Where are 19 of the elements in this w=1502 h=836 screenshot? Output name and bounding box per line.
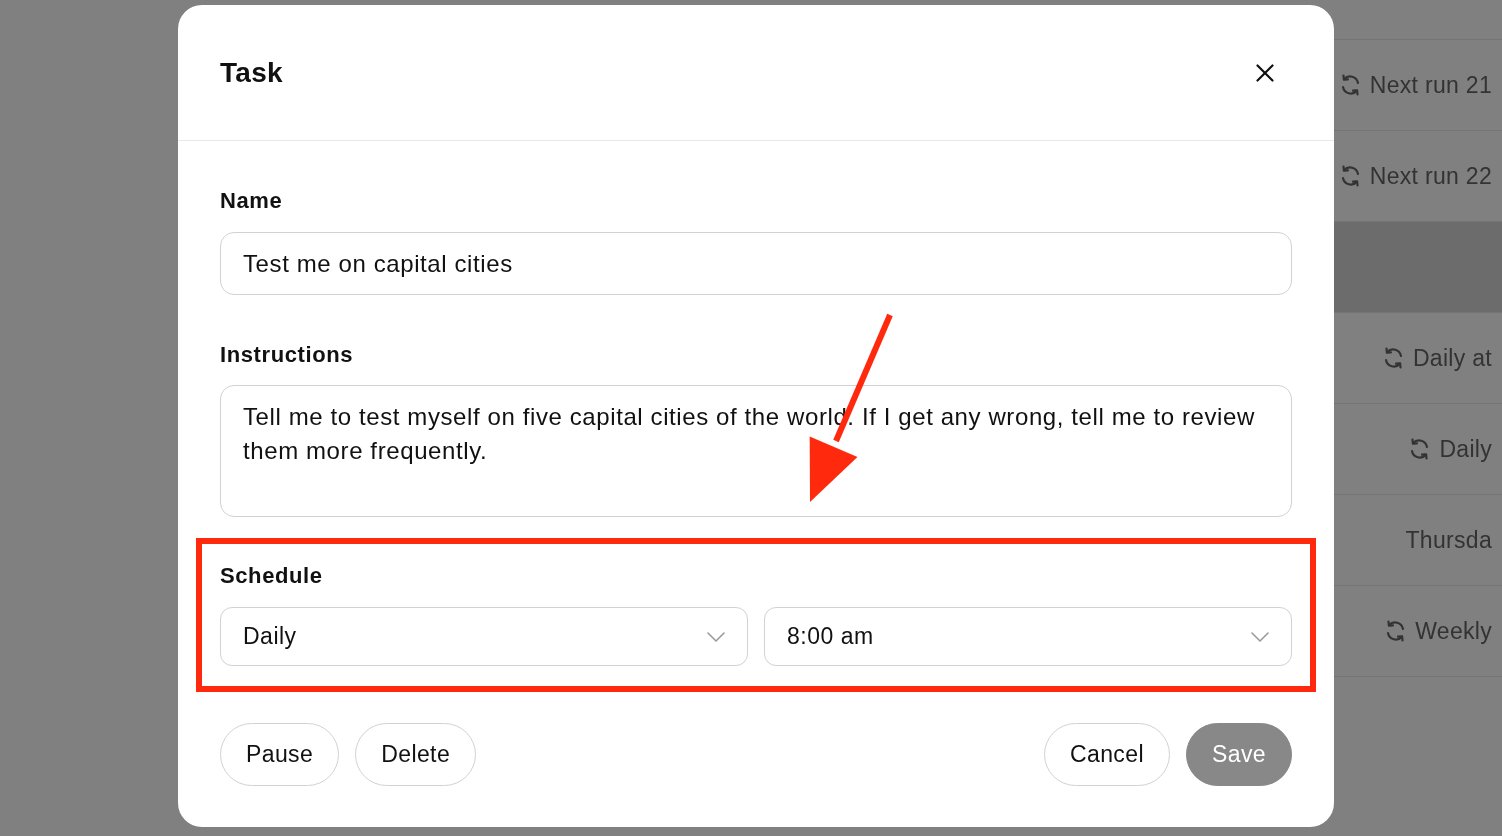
schedule-text: Daily	[1439, 434, 1492, 464]
schedule-text: Daily at	[1412, 343, 1492, 373]
field-label: Instructions	[220, 342, 355, 368]
chevron-down-icon	[1251, 631, 1269, 642]
frequency-select[interactable]: Daily	[220, 607, 748, 666]
close-icon	[1256, 63, 1274, 82]
outline-button[interactable]: Pause	[220, 723, 340, 786]
field-label: Schedule	[220, 563, 324, 589]
field-label: Name	[220, 188, 284, 214]
schedule-text: Next run 22	[1369, 161, 1492, 191]
outline-button[interactable]: Delete	[355, 723, 477, 786]
name-input[interactable]: Test me on capital cities	[220, 232, 1292, 295]
schedule-text: Weekly	[1415, 616, 1492, 646]
chevron-down-icon	[707, 631, 725, 642]
schedule-text: Thursda	[1405, 525, 1492, 555]
outline-button[interactable]: Cancel	[1043, 723, 1170, 786]
schedule-text: Next run 21	[1369, 70, 1492, 100]
time-select[interactable]: 8:00 am	[764, 607, 1292, 666]
dialog-title: Task	[220, 55, 283, 90]
